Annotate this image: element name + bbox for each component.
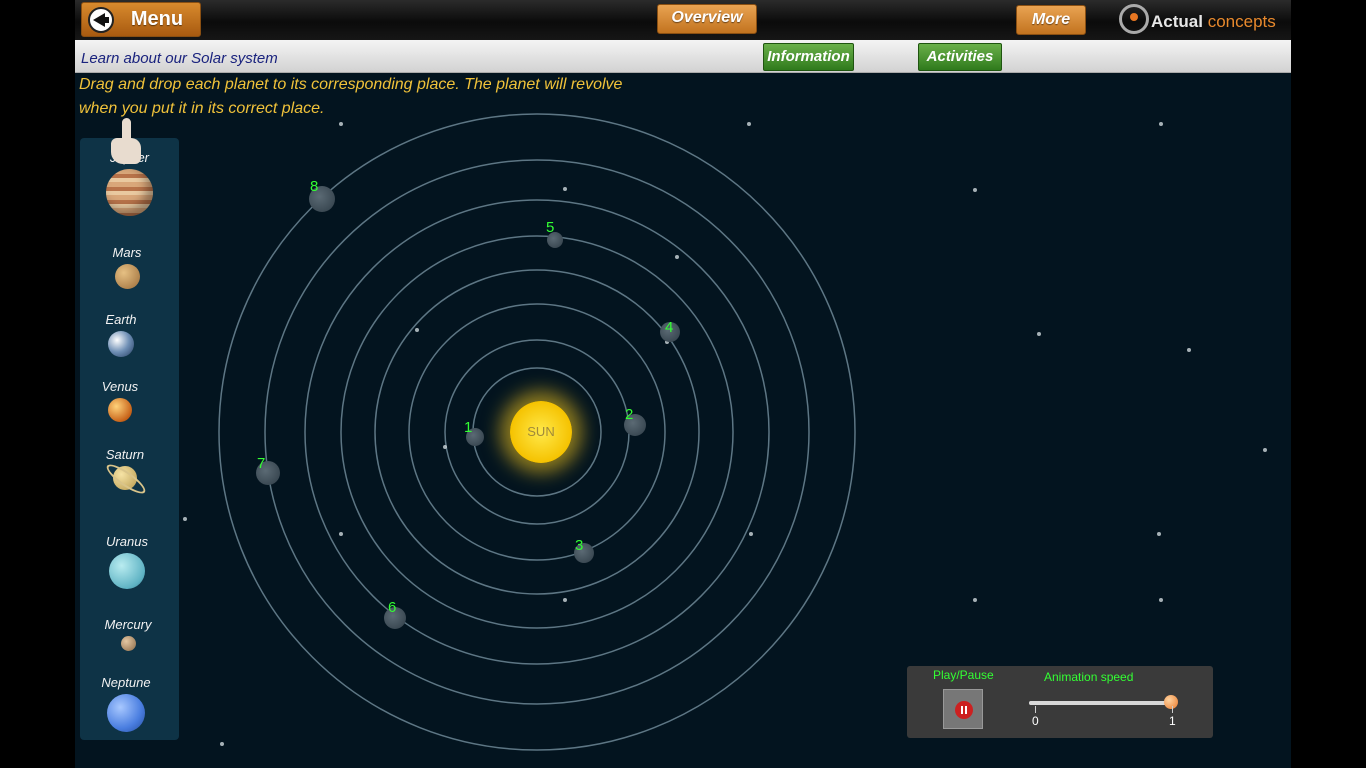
planet-label-venus: Venus: [101, 379, 139, 394]
slot-number-6: 6: [388, 599, 397, 616]
more-button[interactable]: More: [1016, 5, 1086, 35]
palette-item-venus[interactable]: Venus: [80, 379, 160, 422]
slider-max-label: 1: [1169, 714, 1176, 728]
planet-label-uranus: Uranus: [106, 534, 148, 549]
slider-tick-min: [1035, 706, 1036, 713]
logo-mark-icon: [1119, 4, 1149, 34]
sub-bar: Learn about our Solar system Information…: [75, 40, 1291, 73]
slot-number-1: 1: [464, 419, 473, 436]
menu-button-label: Menu: [130, 8, 184, 30]
planet-label-saturn: Saturn: [105, 447, 145, 462]
page-subtitle: Learn about our Solar system: [81, 50, 278, 67]
uranus-planet[interactable]: [109, 553, 145, 589]
slot-number-3: 3: [575, 537, 584, 554]
app-window: SUN 1 2 3 4 5 6 7 8 Menu Overview More A…: [75, 0, 1291, 768]
instruction-line-1: Drag and drop each planet to its corresp…: [79, 76, 623, 93]
saturn-planet[interactable]: [113, 466, 137, 490]
slot-number-7: 7: [257, 455, 266, 472]
planet-label-mercury: Mercury: [104, 617, 152, 632]
planet-label-neptune: Neptune: [101, 675, 151, 690]
menu-button[interactable]: Menu: [81, 2, 201, 37]
slot-number-8: 8: [310, 178, 319, 195]
pause-icon: [955, 701, 973, 719]
palette-item-mars[interactable]: Mars: [80, 245, 174, 289]
overview-button[interactable]: Overview: [657, 4, 757, 34]
slider-fill: [1029, 701, 1171, 705]
palette-item-mercury[interactable]: Mercury: [80, 617, 176, 651]
jupiter-planet[interactable]: [106, 169, 153, 216]
planet-label-mars: Mars: [112, 245, 142, 260]
palette-item-uranus[interactable]: Uranus: [80, 534, 174, 589]
slider-thumb[interactable]: [1164, 695, 1178, 709]
slot-number-2: 2: [625, 406, 634, 423]
play-pause-label: Play/Pause: [933, 668, 994, 682]
slider-min-label: 0: [1032, 714, 1039, 728]
planet-palette: Jupiter Mars Earth Venus Saturn Uranus M…: [80, 138, 179, 740]
palette-item-neptune[interactable]: Neptune: [80, 675, 172, 732]
planet-label-earth: Earth: [105, 312, 137, 327]
instruction-line-2: when you put it in its correct place.: [79, 100, 325, 117]
palette-item-saturn[interactable]: Saturn: [80, 447, 170, 490]
activities-button[interactable]: Activities: [918, 43, 1002, 71]
logo-text: Actual: [1151, 12, 1203, 31]
play-pause-button[interactable]: [943, 689, 983, 729]
slot-number-5: 5: [546, 219, 555, 236]
animation-control-panel: Play/Pause Animation speed 0 1: [907, 666, 1213, 738]
instruction-text: Drag and drop each planet to its corresp…: [79, 73, 679, 121]
earth-planet[interactable]: [108, 331, 134, 357]
venus-planet[interactable]: [108, 398, 132, 422]
neptune-planet[interactable]: [107, 694, 145, 732]
hand-cursor-icon: [109, 118, 143, 174]
mars-planet[interactable]: [114, 264, 140, 289]
logo-text-accent: concepts: [1207, 12, 1276, 31]
animation-speed-label: Animation speed: [1044, 670, 1134, 684]
slider-tick-max: [1172, 706, 1173, 713]
palette-item-earth[interactable]: Earth: [80, 312, 162, 357]
top-bar: Menu Overview More Actual concepts: [75, 0, 1291, 40]
mercury-planet[interactable]: [120, 636, 136, 651]
sun: SUN: [510, 401, 572, 463]
slot-number-4: 4: [665, 319, 674, 336]
actual-concepts-logo: Actual concepts: [1119, 2, 1289, 38]
animation-speed-slider[interactable]: [1029, 695, 1178, 709]
information-button[interactable]: Information: [763, 43, 854, 71]
back-arrow-icon: [88, 7, 114, 33]
